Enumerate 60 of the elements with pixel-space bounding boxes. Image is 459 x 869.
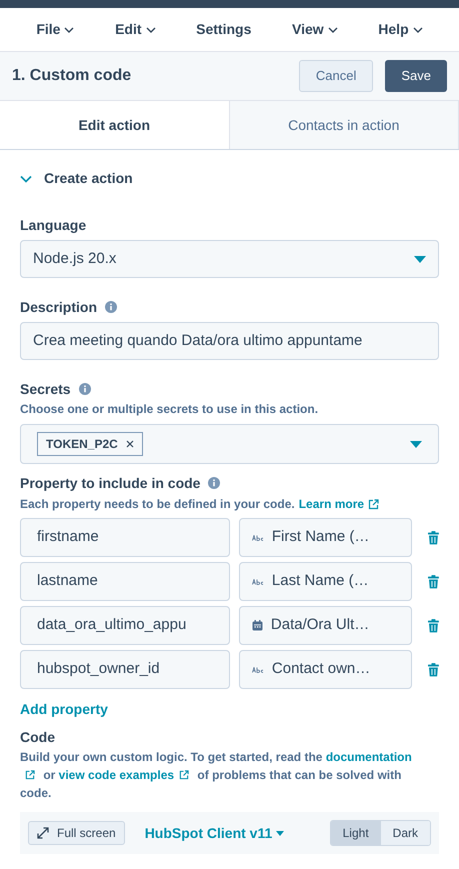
- secrets-select[interactable]: TOKEN_P2C: [20, 424, 439, 464]
- menu-item[interactable]: Settings: [196, 19, 252, 40]
- caret-icon: [412, 26, 423, 32]
- property-select[interactable]: Contact own…: [238, 650, 412, 689]
- add-property-link[interactable]: Add property: [20, 700, 439, 718]
- property-select[interactable]: Last Name (…: [238, 562, 412, 601]
- external-link-icon: [368, 498, 380, 510]
- tab[interactable]: Contacts in action: [230, 101, 459, 149]
- help-link[interactable]: view code examples: [58, 768, 174, 782]
- field-label: Secrets: [20, 380, 71, 398]
- menu-item[interactable]: Help: [378, 19, 423, 40]
- theme-option[interactable]: Light: [330, 821, 381, 845]
- delete-icon[interactable]: [428, 662, 439, 676]
- close-icon[interactable]: [126, 440, 134, 448]
- field-label: Property to include in code: [20, 474, 200, 492]
- property-select[interactable]: First Name (…: [238, 518, 412, 557]
- text-type-icon: [252, 578, 264, 584]
- help-link[interactable]: documentation: [326, 750, 412, 764]
- field-label: Language: [20, 216, 88, 234]
- info-icon: [208, 477, 220, 489]
- description-field[interactable]: Crea meeting quando Data/ora ultimo appuntame: [20, 322, 439, 360]
- theme-option[interactable]: Dark: [380, 821, 430, 845]
- caret-icon: [276, 830, 284, 836]
- caret-icon: [64, 26, 74, 32]
- external-link-icon: [179, 770, 190, 780]
- info-icon: [105, 301, 118, 313]
- delete-icon[interactable]: [428, 618, 439, 632]
- text-type-icon: [252, 666, 264, 672]
- help-text: Choose one or multiple secrets to use in this action.: [20, 401, 320, 418]
- info-icon: [78, 383, 91, 395]
- text-type-icon: [252, 534, 264, 540]
- property-select[interactable]: Data/Ora Ult…: [238, 606, 412, 645]
- full-screen-button[interactable]: Full screen: [28, 821, 125, 845]
- external-link-icon: [25, 770, 35, 780]
- menu-item[interactable]: File: [36, 19, 74, 40]
- secret-tag: TOKEN_P2C: [37, 432, 143, 456]
- calendar-icon: [252, 620, 263, 631]
- field-label: Description: [20, 298, 98, 316]
- panel-title: 1. Custom code: [12, 66, 132, 86]
- delete-icon[interactable]: [428, 530, 439, 544]
- caret-icon: [328, 26, 338, 32]
- property-name-field[interactable]: hubspot_owner_id: [20, 650, 230, 689]
- save-button[interactable]: Save: [385, 60, 447, 92]
- menu-item[interactable]: Edit: [115, 19, 156, 40]
- help-text: Each property needs to be defined in your code.: [20, 496, 295, 513]
- field-label: Code: [20, 728, 56, 746]
- delete-icon[interactable]: [428, 574, 439, 588]
- caret-icon: [146, 26, 156, 32]
- language-select[interactable]: Node.js 20.x: [20, 240, 439, 278]
- property-name-field[interactable]: data_ora_ultimo_appu: [20, 606, 230, 645]
- property-name-field[interactable]: lastname: [20, 562, 230, 601]
- cancel-button[interactable]: Cancel: [298, 60, 374, 92]
- dropdown-icon: [414, 256, 426, 262]
- dropdown-icon: [410, 440, 422, 448]
- expand-icon: [37, 827, 49, 839]
- property-name-field[interactable]: firstname: [20, 518, 230, 557]
- help-text: Build your own custom logic. To get started, read the documentation or view code examples of problems that can be solved with code.: [20, 749, 413, 802]
- learn-more-link[interactable]: Learn more: [298, 495, 364, 513]
- menu-item[interactable]: View: [292, 19, 338, 40]
- section-title[interactable]: Create action: [44, 168, 133, 189]
